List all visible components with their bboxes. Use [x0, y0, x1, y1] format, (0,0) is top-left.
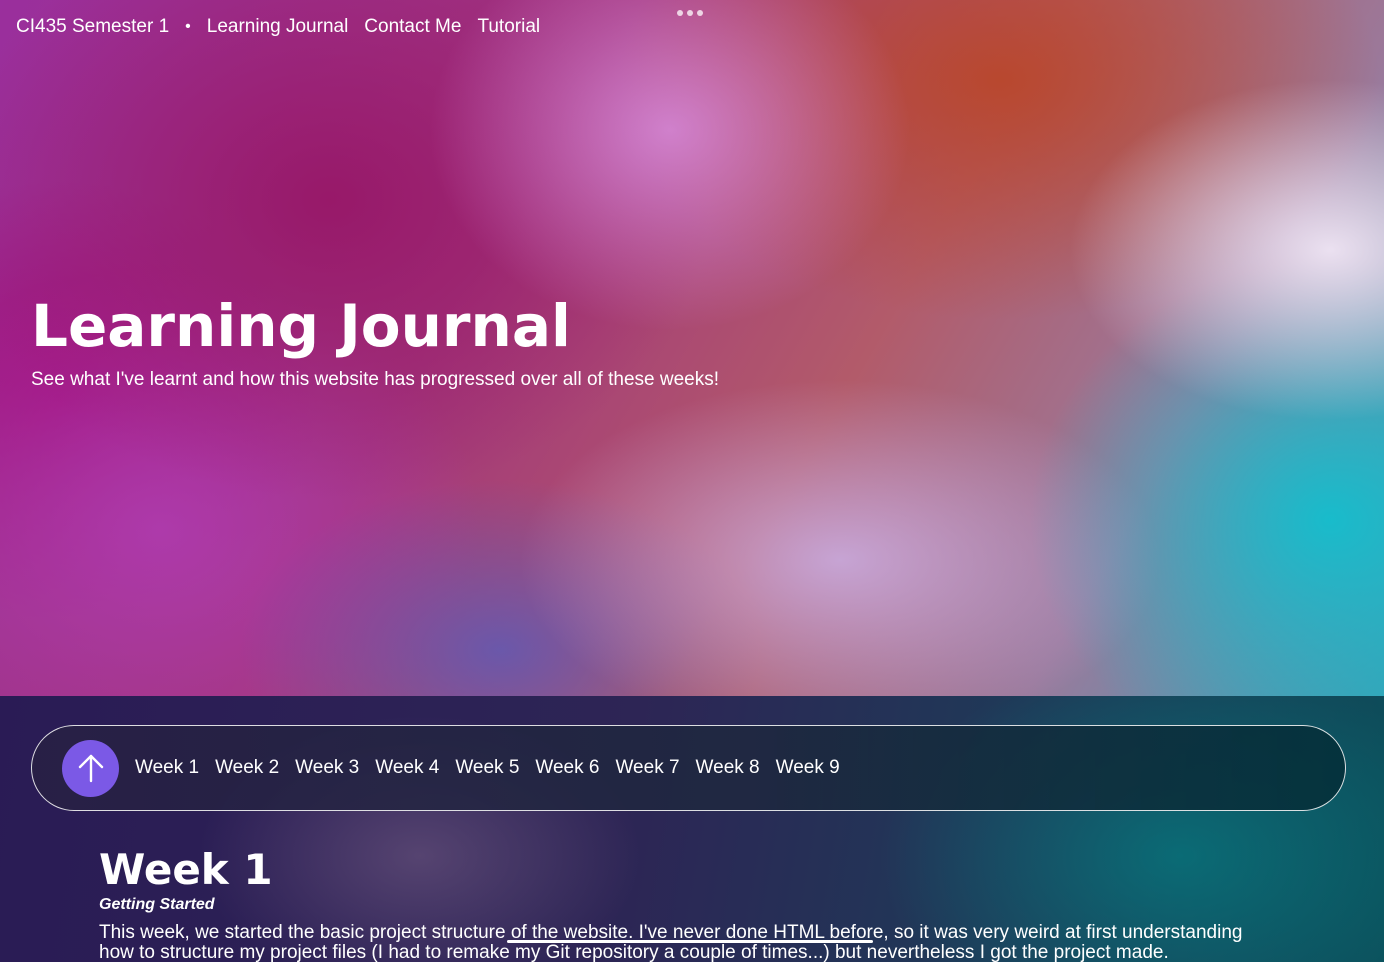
page: CI435 Semester 1 • Learning Journal Cont… [0, 0, 1384, 962]
scroll-indicator[interactable] [507, 940, 873, 943]
week-link-4[interactable]: Week 4 [375, 757, 439, 779]
week-link-8[interactable]: Week 8 [696, 757, 760, 779]
site-title[interactable]: CI435 Semester 1 [16, 16, 169, 38]
week-links: Week 1 Week 2 Week 3 Week 4 Week 5 Week … [135, 757, 856, 779]
hero-section: CI435 Semester 1 • Learning Journal Cont… [0, 0, 1384, 696]
week-link-9[interactable]: Week 9 [776, 757, 840, 779]
week-subheading: Getting Started [99, 896, 215, 913]
week-link-2[interactable]: Week 2 [215, 757, 279, 779]
back-to-top-button[interactable] [62, 739, 119, 797]
journal-content: Week 1 Week 2 Week 3 Week 4 Week 5 Week … [0, 696, 1384, 962]
week-body-line: how to structure my project files (I had… [99, 942, 1169, 962]
nav-link-contact-me[interactable]: Contact Me [364, 16, 461, 38]
more-dots-icon[interactable] [677, 10, 703, 16]
week-link-6[interactable]: Week 6 [535, 757, 599, 779]
nav-link-tutorial[interactable]: Tutorial [477, 16, 540, 38]
week-nav-bar: Week 1 Week 2 Week 3 Week 4 Week 5 Week … [31, 725, 1346, 811]
week-link-3[interactable]: Week 3 [295, 757, 359, 779]
week-link-7[interactable]: Week 7 [615, 757, 679, 779]
page-subtitle: See what I've learnt and how this websit… [31, 369, 720, 390]
week-link-1[interactable]: Week 1 [135, 757, 199, 779]
week-heading: Week 1 [99, 845, 273, 894]
page-title: Learning Journal [31, 292, 571, 360]
week-link-5[interactable]: Week 5 [455, 757, 519, 779]
arrow-up-icon [78, 754, 103, 783]
week-1-section: Week 1 Getting Started This week, we sta… [99, 845, 1329, 962]
nav-link-learning-journal[interactable]: Learning Journal [207, 16, 349, 38]
nav-separator: • [185, 18, 191, 35]
top-nav: CI435 Semester 1 • Learning Journal Cont… [16, 14, 556, 40]
